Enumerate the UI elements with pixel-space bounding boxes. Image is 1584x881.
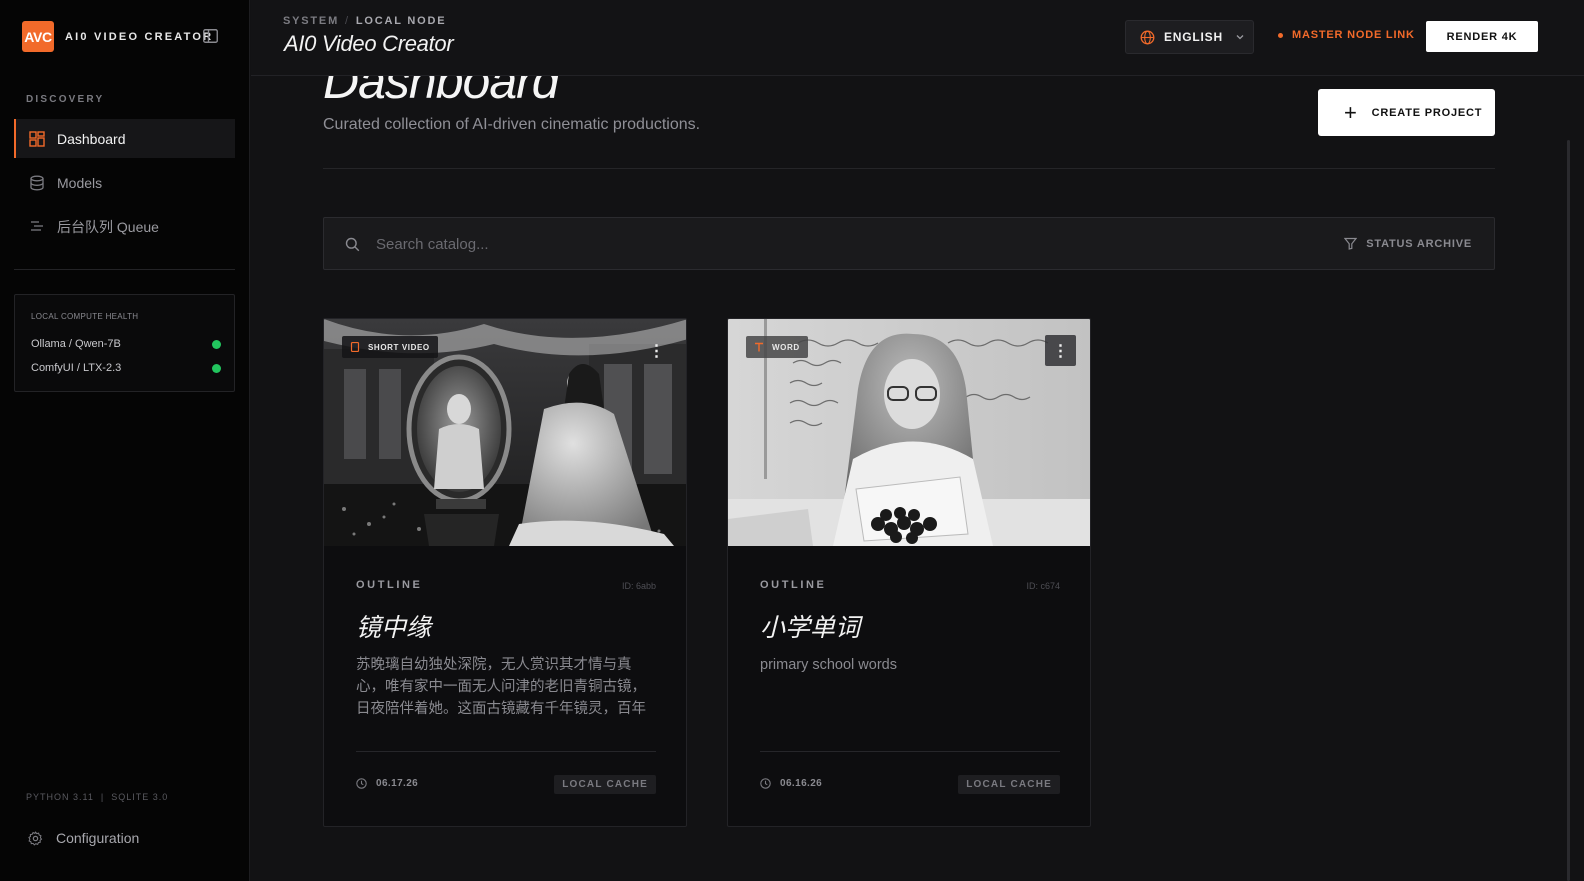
- card-description: primary school words: [760, 657, 897, 673]
- search-input[interactable]: [376, 232, 1276, 256]
- language-label: ENGLISH: [1164, 30, 1223, 44]
- queue-icon: [31, 220, 43, 231]
- section-label-discovery: DISCOVERY: [26, 94, 105, 105]
- brand-name: AI0 VIDEO CREATOR: [65, 30, 214, 43]
- sidebar-item-label: Models: [57, 174, 103, 191]
- logo: AVC: [22, 21, 54, 52]
- create-project-button[interactable]: + CREATE PROJECT: [1318, 89, 1495, 136]
- breadcrumb-current: LOCAL NODE: [355, 15, 447, 27]
- more-vertical-icon: ⋮: [648, 342, 665, 360]
- breadcrumb-separator: /: [345, 15, 350, 27]
- version-info: PYTHON 3.11 | SQLITE 3.0: [26, 792, 169, 802]
- master-node-label: MASTER NODE LINK: [1292, 29, 1415, 41]
- sidebar-toggle-icon[interactable]: [203, 29, 218, 43]
- top-header: SYSTEM / LOCAL NODE AI0 Video Creator ENGL…: [251, 0, 1584, 76]
- dashboard-icon: [29, 130, 45, 147]
- sidebar-item-dashboard[interactable]: Dashboard: [14, 119, 235, 158]
- scrollbar[interactable]: [1567, 140, 1570, 881]
- status-archive-filter[interactable]: STATUS ARCHIVE: [1344, 237, 1472, 250]
- card-section-label: OUTLINE: [356, 579, 423, 591]
- card-thumbnail: SHORT VIDEO ⋮: [324, 319, 686, 546]
- header-title: AI0 Video Creator: [284, 31, 454, 56]
- link-status-dot: [1278, 32, 1283, 38]
- health-service-name: Ollama / Qwen-7B: [31, 338, 121, 350]
- card-date: 06.16.26: [760, 778, 822, 789]
- clock-icon: [760, 778, 771, 789]
- main-content: Dashboard Curated collection of AI-drive…: [251, 0, 1584, 881]
- database-icon: [30, 175, 44, 190]
- health-title: LOCAL COMPUTE HEALTH: [31, 312, 139, 321]
- card-type-label: SHORT VIDEO: [368, 342, 430, 352]
- status-online-indicator: [212, 363, 221, 373]
- compute-health-panel: LOCAL COMPUTE HEALTH Ollama / Qwen-7B Co…: [14, 294, 235, 392]
- globe-icon: [1140, 30, 1155, 44]
- card-divider: [760, 751, 1060, 752]
- search-icon: [345, 237, 360, 252]
- card-title: 小学单词: [760, 613, 861, 642]
- text-icon: [755, 342, 763, 352]
- sidebar: AVC AI0 VIDEO CREATOR DISCOVERY Dashboar…: [0, 0, 250, 881]
- card-date-text: 06.16.26: [780, 778, 823, 789]
- video-icon: [350, 342, 360, 352]
- status-archive-label: STATUS ARCHIVE: [1366, 237, 1472, 250]
- local-cache-badge: LOCAL CACHE: [554, 775, 656, 794]
- project-card[interactable]: SHORT VIDEO ⋮ OUTLINE ID: 6abb 镜中缘 苏晚璃自幼…: [323, 318, 687, 827]
- master-node-link[interactable]: MASTER NODE LINK: [1278, 29, 1415, 41]
- plus-icon: +: [1344, 99, 1358, 125]
- chevron-down-icon: [1236, 35, 1244, 40]
- breadcrumb-root[interactable]: SYSTEM: [283, 15, 339, 27]
- card-date-text: 06.17.26: [376, 778, 419, 789]
- more-vertical-icon: ⋮: [1052, 342, 1069, 360]
- language-selector[interactable]: ENGLISH: [1125, 20, 1254, 54]
- sidebar-item-models[interactable]: Models: [14, 163, 235, 202]
- card-id: ID: 6abb: [621, 581, 656, 591]
- health-row: ComfyUI / LTX-2.3: [31, 362, 221, 374]
- create-project-label: CREATE PROJECT: [1371, 106, 1483, 119]
- page-subtitle: Curated collection of AI-driven cinemati…: [323, 116, 701, 133]
- breadcrumb: SYSTEM / LOCAL NODE: [283, 15, 446, 27]
- health-service-name: ComfyUI / LTX-2.3: [31, 362, 122, 374]
- configuration-link[interactable]: Configuration: [28, 830, 139, 846]
- local-cache-badge: LOCAL CACHE: [958, 775, 1060, 794]
- card-description: 苏晚璃自幼独处深院，无人赏识其才情与真心，唯有家中一面无人问津的老旧青铜古镜，日…: [356, 657, 646, 717]
- card-date: 06.17.26: [356, 778, 418, 789]
- card-title: 镜中缘: [356, 613, 432, 642]
- health-row: Ollama / Qwen-7B: [31, 338, 221, 350]
- clock-icon: [356, 778, 367, 789]
- search-bar: STATUS ARCHIVE: [323, 217, 1495, 270]
- title-divider: [323, 168, 1495, 169]
- card-type-tag: WORD: [746, 336, 808, 358]
- gear-icon: [28, 830, 43, 846]
- card-type-tag: SHORT VIDEO: [342, 336, 438, 358]
- sidebar-item-label: 后台队列 Queue: [57, 218, 159, 235]
- card-divider: [356, 751, 656, 752]
- project-card[interactable]: WORD ⋮ OUTLINE ID: c674 小学单词 primary sch…: [727, 318, 1091, 827]
- render-4k-button[interactable]: RENDER 4K: [1426, 21, 1538, 52]
- filter-icon: [1344, 237, 1358, 250]
- sidebar-divider: [14, 269, 235, 270]
- card-menu-button[interactable]: ⋮: [1045, 335, 1076, 366]
- configuration-label: Configuration: [56, 830, 140, 846]
- sidebar-item-queue[interactable]: 后台队列 Queue: [14, 207, 235, 246]
- card-type-label: WORD: [772, 342, 800, 352]
- card-section-label: OUTLINE: [760, 579, 827, 591]
- card-id: ID: c674: [1026, 581, 1060, 591]
- sidebar-item-label: Dashboard: [57, 130, 126, 147]
- card-thumbnail: WORD ⋮: [728, 319, 1090, 546]
- app-root: AVC AI0 VIDEO CREATOR DISCOVERY Dashboar…: [0, 0, 1584, 881]
- brand[interactable]: AVC AI0 VIDEO CREATOR: [22, 21, 213, 52]
- status-online-indicator: [212, 339, 221, 349]
- card-menu-button[interactable]: ⋮: [641, 335, 672, 366]
